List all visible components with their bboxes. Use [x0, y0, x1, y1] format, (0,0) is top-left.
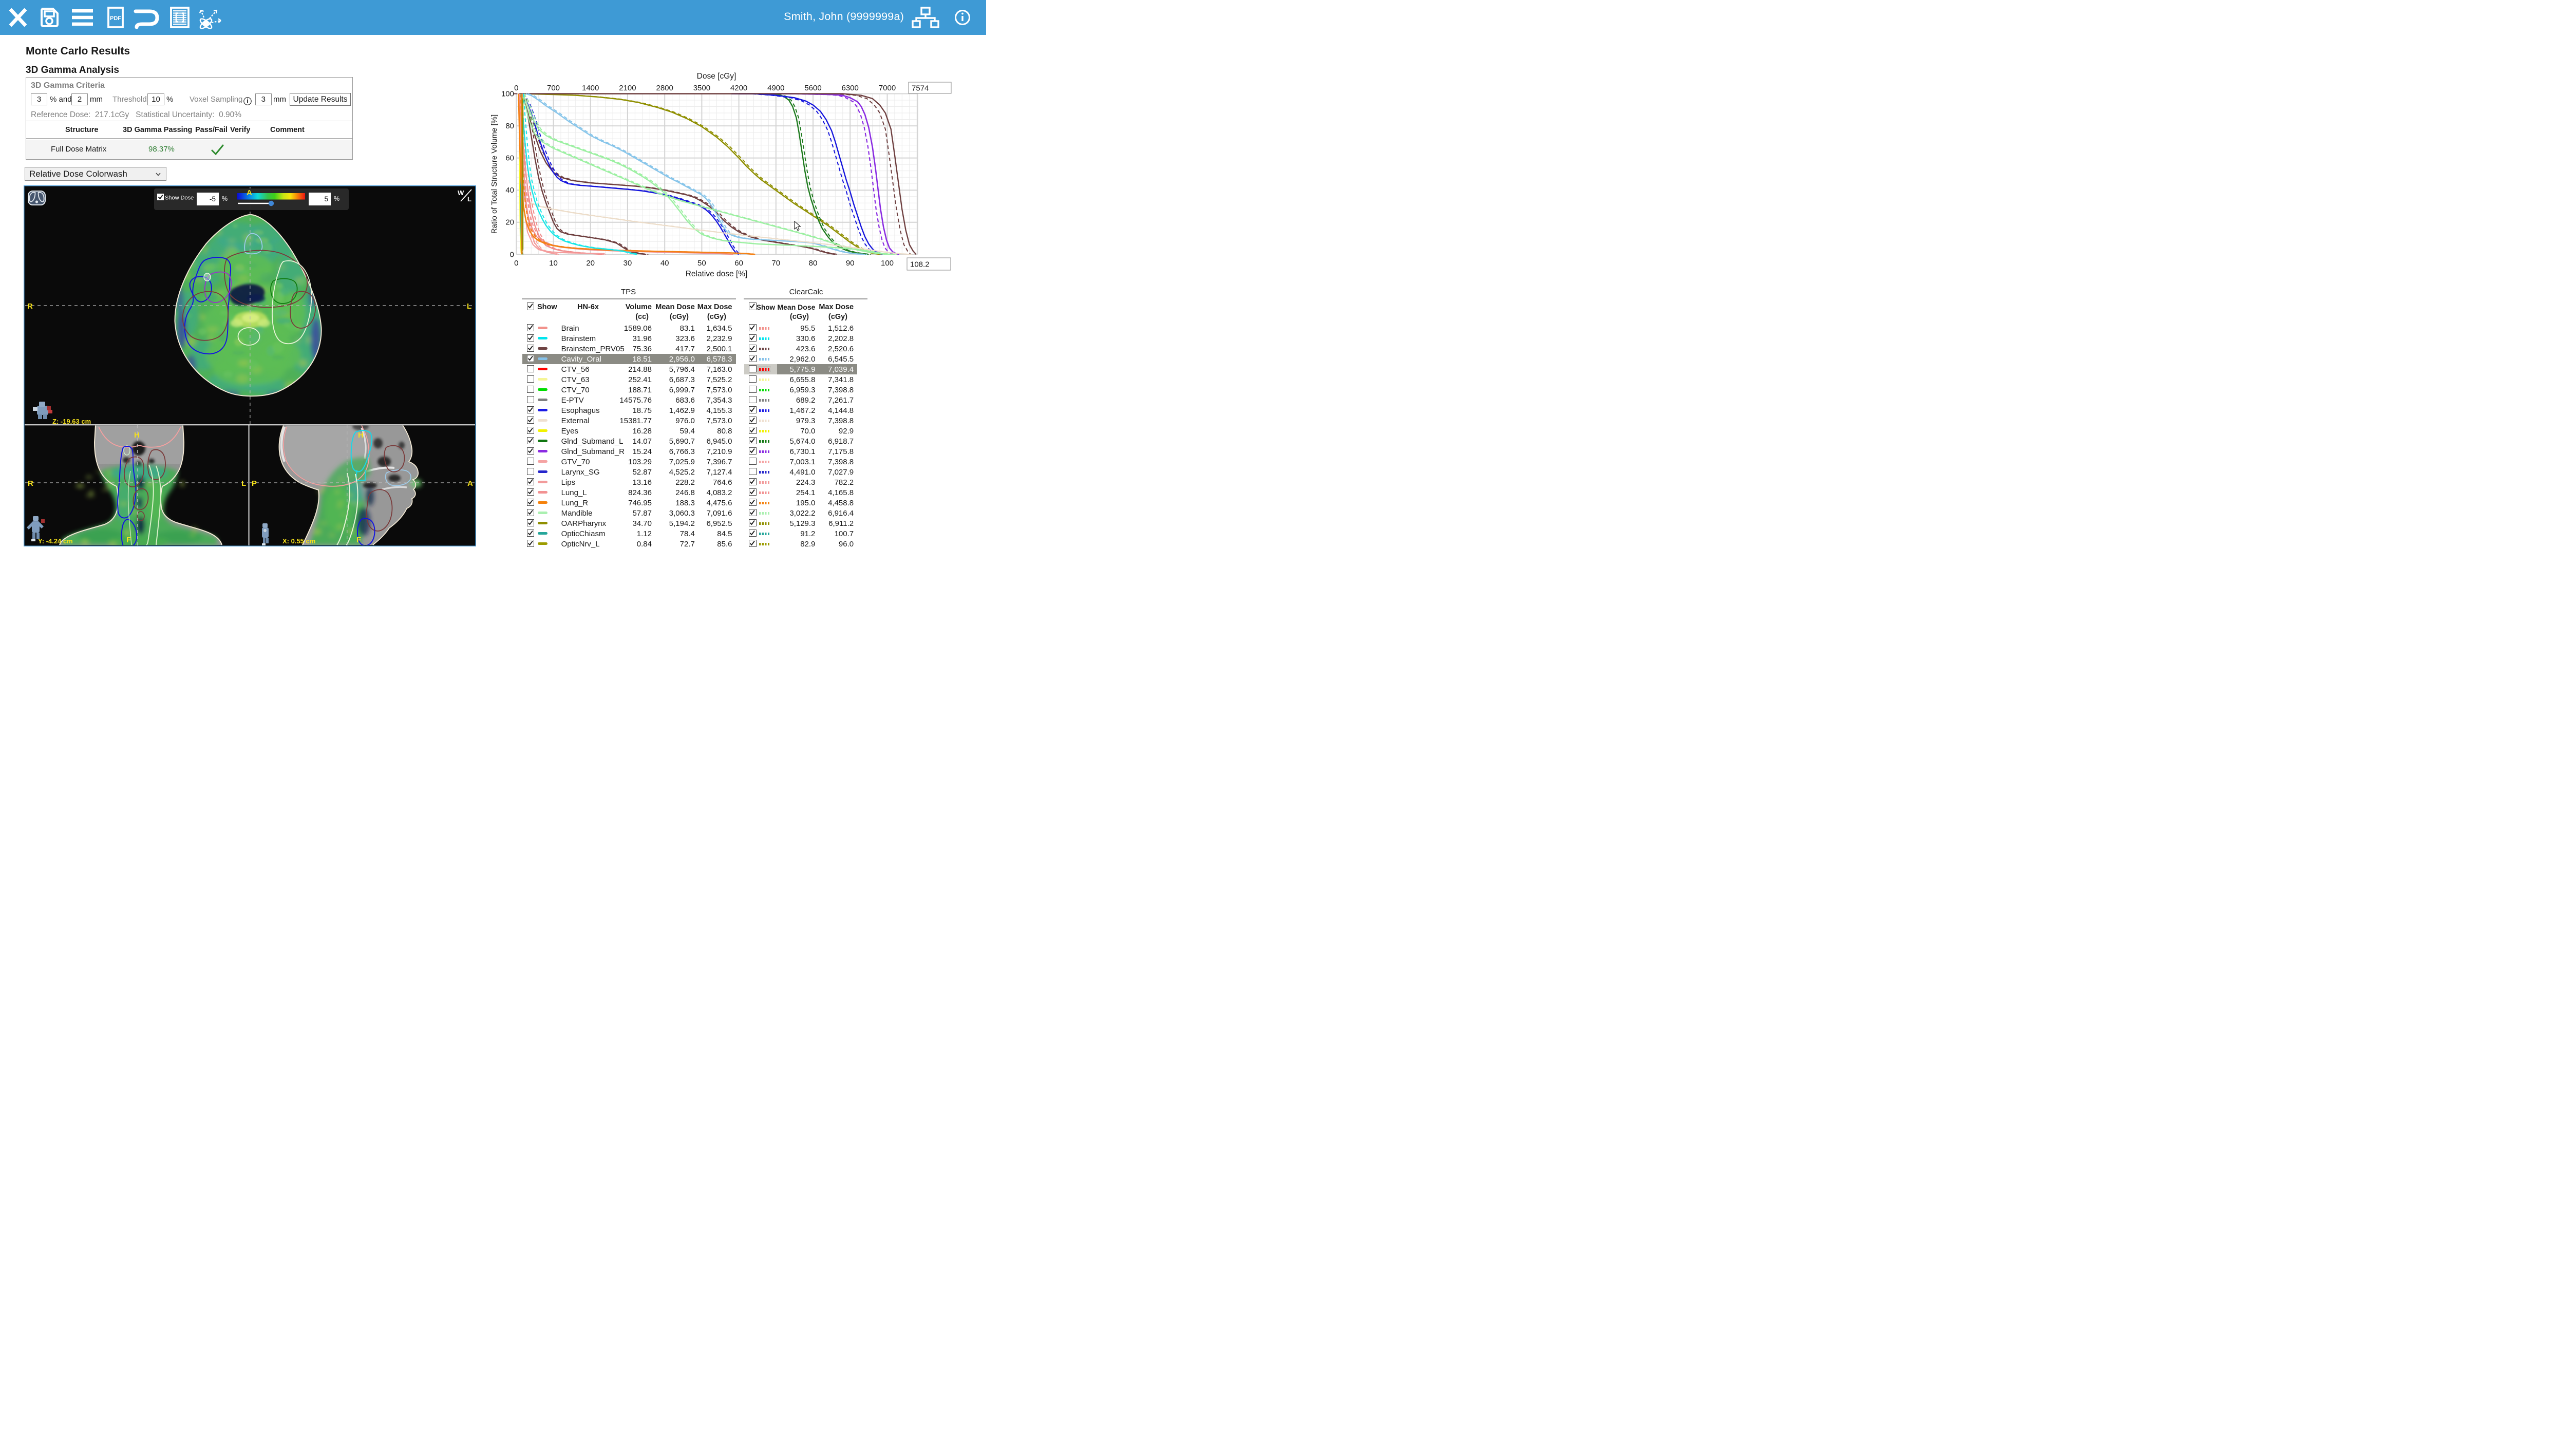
svg-text:Show Dose: Show Dose — [165, 195, 194, 201]
svg-text:40: 40 — [660, 259, 669, 268]
svg-text:Z: -19.63 cm: Z: -19.63 cm — [52, 418, 91, 425]
svg-text:0: 0 — [514, 259, 518, 268]
svg-text:%: % — [222, 195, 228, 202]
svg-text:4900: 4900 — [767, 84, 784, 92]
svg-text:0: 0 — [510, 250, 514, 259]
svg-text:R: R — [28, 479, 33, 488]
svg-text:60: 60 — [505, 154, 514, 163]
svg-text:F: F — [126, 536, 131, 544]
svg-text:90: 90 — [846, 259, 855, 268]
svg-text:700: 700 — [547, 84, 560, 92]
svg-text:100: 100 — [881, 259, 894, 268]
svg-text:L: L — [467, 195, 471, 203]
svg-text:P: P — [252, 479, 257, 488]
svg-text:7000: 7000 — [879, 84, 896, 92]
svg-text:H: H — [358, 431, 364, 440]
svg-text:2100: 2100 — [619, 84, 636, 92]
svg-text:3500: 3500 — [693, 84, 710, 92]
svg-text:80: 80 — [505, 122, 514, 130]
svg-text:4200: 4200 — [730, 84, 747, 92]
svg-text:30: 30 — [624, 259, 632, 268]
svg-text:5600: 5600 — [804, 84, 821, 92]
svg-text:X: 0.55 cm: X: 0.55 cm — [282, 537, 315, 545]
svg-text:0: 0 — [514, 84, 518, 92]
svg-text:A: A — [467, 479, 473, 488]
svg-text:L: L — [467, 302, 471, 311]
svg-text:1400: 1400 — [582, 84, 599, 92]
svg-text:Dose [cGy]: Dose [cGy] — [697, 72, 737, 81]
svg-text:Ratio of Total Structure Volum: Ratio of Total Structure Volume [%] — [490, 115, 499, 234]
svg-text:10: 10 — [549, 259, 558, 268]
svg-text:H: H — [134, 431, 140, 440]
svg-text:80: 80 — [809, 259, 818, 268]
svg-text:A: A — [247, 188, 252, 197]
svg-text:2800: 2800 — [656, 84, 673, 92]
svg-text:L: L — [241, 479, 246, 488]
svg-text:40: 40 — [505, 186, 514, 195]
svg-text:60: 60 — [734, 259, 743, 268]
svg-text:20: 20 — [505, 218, 514, 227]
svg-text:Relative dose [%]: Relative dose [%] — [686, 270, 748, 278]
svg-text:6300: 6300 — [842, 84, 859, 92]
svg-text:108.2: 108.2 — [910, 260, 930, 269]
svg-text:50: 50 — [697, 259, 706, 268]
svg-text:100: 100 — [501, 90, 514, 99]
svg-text:20: 20 — [586, 259, 595, 268]
svg-text:%: % — [334, 195, 339, 202]
svg-text:5: 5 — [324, 195, 328, 203]
svg-text:-5: -5 — [210, 195, 216, 203]
svg-text:7574: 7574 — [912, 84, 929, 93]
svg-text:R: R — [27, 302, 33, 311]
svg-text:Y: -4.24 cm: Y: -4.24 cm — [38, 537, 73, 545]
svg-text:PDF: PDF — [110, 15, 121, 22]
svg-text:70: 70 — [771, 259, 780, 268]
svg-text:F: F — [356, 536, 361, 544]
svg-text:W: W — [458, 189, 464, 197]
